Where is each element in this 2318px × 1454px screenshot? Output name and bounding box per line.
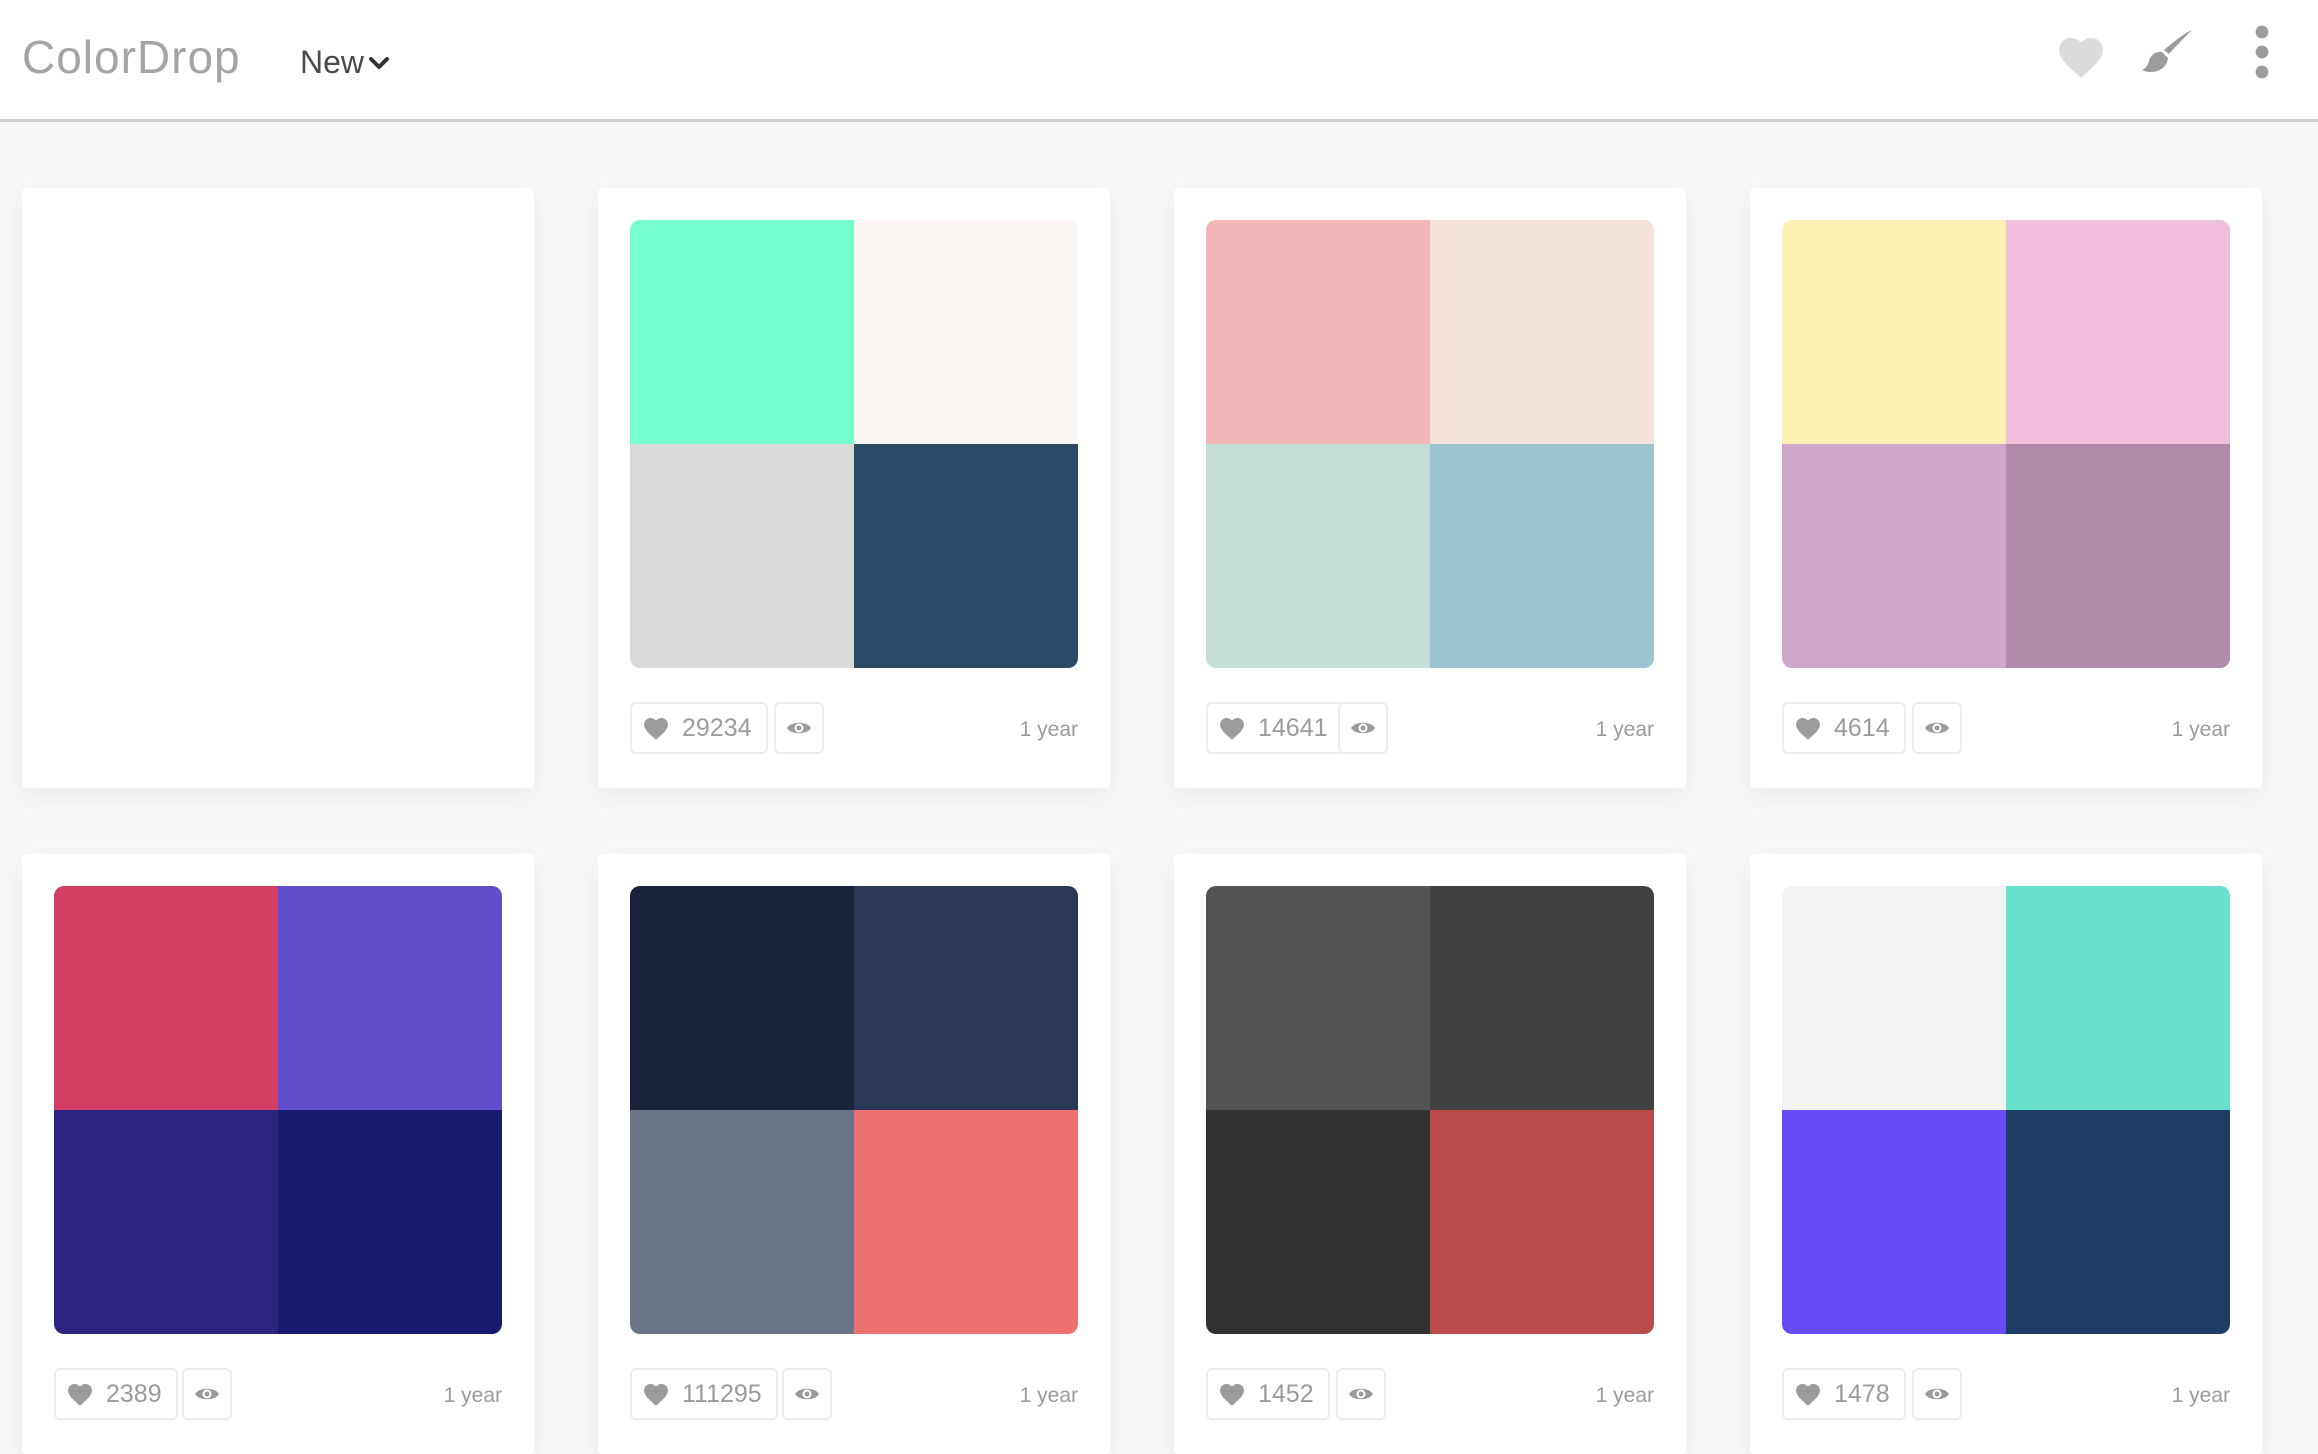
eye-icon: [1925, 722, 1949, 734]
view-button[interactable]: [774, 702, 824, 754]
heart-icon: [1220, 717, 1244, 740]
palette-card: 14641 1 year: [1174, 188, 1686, 788]
heart-icon: [68, 1383, 92, 1406]
more-vertical-icon[interactable]: [2252, 24, 2272, 80]
view-button[interactable]: [782, 1368, 832, 1420]
color-cell[interactable]: [2006, 444, 2230, 668]
view-button[interactable]: [1338, 702, 1388, 754]
color-cell[interactable]: [854, 886, 1078, 1110]
palette-swatch[interactable]: [1206, 886, 1654, 1334]
heart-icon[interactable]: [2056, 34, 2106, 80]
like-button[interactable]: 1478: [1782, 1368, 1906, 1420]
heart-icon: [1796, 717, 1820, 740]
palette-card: 1478 1 year: [1750, 854, 2262, 1454]
view-button[interactable]: [1336, 1368, 1386, 1420]
color-cell[interactable]: [1782, 886, 2006, 1110]
like-count: 4614: [1834, 713, 1890, 742]
chevron-down-icon: [369, 56, 390, 69]
palette-card: 4614 1 year: [1750, 188, 2262, 788]
palette-age: 1 year: [1019, 1384, 1078, 1407]
palette-swatch[interactable]: [54, 886, 502, 1334]
palette-card-placeholder: [22, 188, 534, 788]
color-cell[interactable]: [54, 1110, 278, 1334]
color-cell[interactable]: [1430, 220, 1654, 444]
color-cell[interactable]: [1206, 444, 1430, 668]
palette-age: 1 year: [1595, 718, 1654, 741]
palette-swatch[interactable]: [1782, 886, 2230, 1334]
color-cell[interactable]: [630, 1110, 854, 1334]
heart-icon: [644, 717, 668, 740]
color-cell[interactable]: [2006, 220, 2230, 444]
color-cell[interactable]: [1206, 220, 1430, 444]
like-button[interactable]: 111295: [630, 1368, 778, 1420]
palette-card: 111295 1 year: [598, 854, 1110, 1454]
color-cell[interactable]: [54, 886, 278, 1110]
view-button[interactable]: [1912, 1368, 1962, 1420]
color-cell[interactable]: [1782, 220, 2006, 444]
color-cell[interactable]: [278, 1110, 502, 1334]
brush-icon[interactable]: [2140, 28, 2196, 80]
palette-card: 29234 1 year: [598, 188, 1110, 788]
like-count: 29234: [682, 713, 752, 742]
palette-swatch[interactable]: [630, 220, 1078, 668]
eye-icon: [795, 1388, 819, 1400]
color-cell[interactable]: [1782, 1110, 2006, 1334]
heart-icon: [644, 1383, 668, 1406]
color-cell[interactable]: [630, 444, 854, 668]
color-cell[interactable]: [854, 444, 1078, 668]
sort-dropdown[interactable]: New: [300, 44, 390, 81]
palette-age: 1 year: [2171, 718, 2230, 741]
like-count: 2389: [106, 1379, 162, 1408]
palette-age: 1 year: [443, 1384, 502, 1407]
heart-icon: [1220, 1383, 1244, 1406]
like-button[interactable]: 14641: [1206, 702, 1344, 754]
eye-icon: [195, 1388, 219, 1400]
eye-icon: [1349, 1388, 1373, 1400]
palette-swatch[interactable]: [1206, 220, 1654, 668]
like-count: 14641: [1258, 713, 1328, 742]
like-button[interactable]: 2389: [54, 1368, 178, 1420]
color-cell[interactable]: [854, 1110, 1078, 1334]
eye-icon: [1351, 722, 1375, 734]
color-cell[interactable]: [1206, 886, 1430, 1110]
like-button[interactable]: 4614: [1782, 702, 1906, 754]
color-cell[interactable]: [1206, 1110, 1430, 1334]
view-button[interactable]: [1912, 702, 1962, 754]
top-nav-bar: ColorDrop New: [0, 0, 2318, 122]
color-cell[interactable]: [1782, 444, 2006, 668]
eye-icon: [1925, 1388, 1949, 1400]
color-cell[interactable]: [630, 220, 854, 444]
heart-icon: [1796, 1383, 1820, 1406]
palette-age: 1 year: [1595, 1384, 1654, 1407]
like-count: 1478: [1834, 1379, 1890, 1408]
color-cell[interactable]: [1430, 886, 1654, 1110]
color-cell[interactable]: [1430, 1110, 1654, 1334]
color-cell[interactable]: [278, 886, 502, 1110]
palette-age: 1 year: [1019, 718, 1078, 741]
color-cell[interactable]: [1430, 444, 1654, 668]
like-button[interactable]: 1452: [1206, 1368, 1330, 1420]
color-cell[interactable]: [630, 886, 854, 1110]
view-button[interactable]: [182, 1368, 232, 1420]
palette-swatch[interactable]: [1782, 220, 2230, 668]
like-count: 111295: [682, 1379, 762, 1408]
sort-label: New: [300, 44, 365, 80]
color-cell[interactable]: [2006, 1110, 2230, 1334]
like-button[interactable]: 29234: [630, 702, 768, 754]
color-cell[interactable]: [854, 220, 1078, 444]
palette-card: 1452 1 year: [1174, 854, 1686, 1454]
palette-swatch[interactable]: [630, 886, 1078, 1334]
eye-icon: [787, 722, 811, 734]
color-cell[interactable]: [2006, 886, 2230, 1110]
palette-age: 1 year: [2171, 1384, 2230, 1407]
like-count: 1452: [1258, 1379, 1314, 1408]
palette-card: 2389 1 year: [22, 854, 534, 1454]
app-logo[interactable]: ColorDrop: [22, 30, 241, 84]
